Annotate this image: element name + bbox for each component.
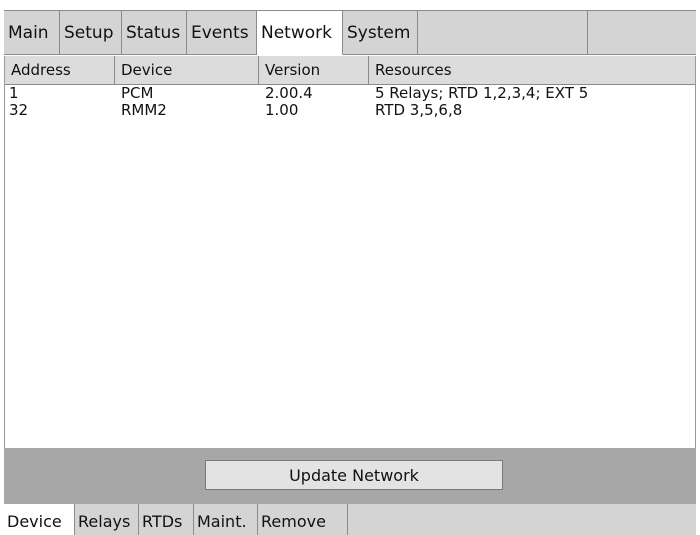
cell-device: RMM2 bbox=[121, 102, 167, 119]
cell-version: 2.00.4 bbox=[265, 85, 313, 102]
tab-setup[interactable]: Setup bbox=[60, 11, 122, 55]
update-network-button[interactable]: Update Network bbox=[205, 460, 503, 490]
tab-status[interactable]: Status bbox=[122, 11, 187, 55]
cell-address: 32 bbox=[9, 102, 29, 119]
subtab-device[interactable]: Device bbox=[4, 504, 75, 535]
tab-empty-slot bbox=[588, 11, 696, 55]
cell-resources: RTD 3,5,6,8 bbox=[375, 102, 463, 119]
subtab-maint[interactable]: Maint. bbox=[194, 504, 258, 535]
tab-main[interactable]: Main bbox=[4, 11, 60, 55]
cell-resources: 5 Relays; RTD 1,2,3,4; EXT 5 bbox=[375, 85, 589, 102]
tab-events[interactable]: Events bbox=[187, 11, 257, 55]
list-header: Address Device Version Resources bbox=[5, 56, 695, 85]
column-header-address[interactable]: Address bbox=[5, 56, 115, 84]
subtab-relays[interactable]: Relays bbox=[75, 504, 139, 535]
table-row[interactable]: 1 PCM 2.00.4 5 Relays; RTD 1,2,3,4; EXT … bbox=[5, 85, 695, 102]
tab-network[interactable]: Network bbox=[257, 11, 343, 55]
subtab-rtds[interactable]: RTDs bbox=[139, 504, 194, 535]
action-bar: Update Network bbox=[4, 448, 696, 504]
tab-empty-slot bbox=[418, 11, 588, 55]
cell-address: 1 bbox=[9, 85, 19, 102]
subtab-remove[interactable]: Remove bbox=[258, 504, 348, 535]
cell-device: PCM bbox=[121, 85, 154, 102]
bottom-tab-bar: Device Relays RTDs Maint. Remove bbox=[4, 504, 696, 535]
column-header-resources[interactable]: Resources bbox=[369, 56, 695, 84]
tab-system[interactable]: System bbox=[343, 11, 418, 55]
cell-version: 1.00 bbox=[265, 102, 299, 119]
top-tab-bar: Main Setup Status Events Network System bbox=[4, 10, 696, 55]
table-row[interactable]: 32 RMM2 1.00 RTD 3,5,6,8 bbox=[5, 102, 695, 119]
network-device-list[interactable]: Address Device Version Resources 1 PCM 2… bbox=[4, 56, 696, 448]
column-header-device[interactable]: Device bbox=[115, 56, 259, 84]
column-header-version[interactable]: Version bbox=[259, 56, 369, 84]
